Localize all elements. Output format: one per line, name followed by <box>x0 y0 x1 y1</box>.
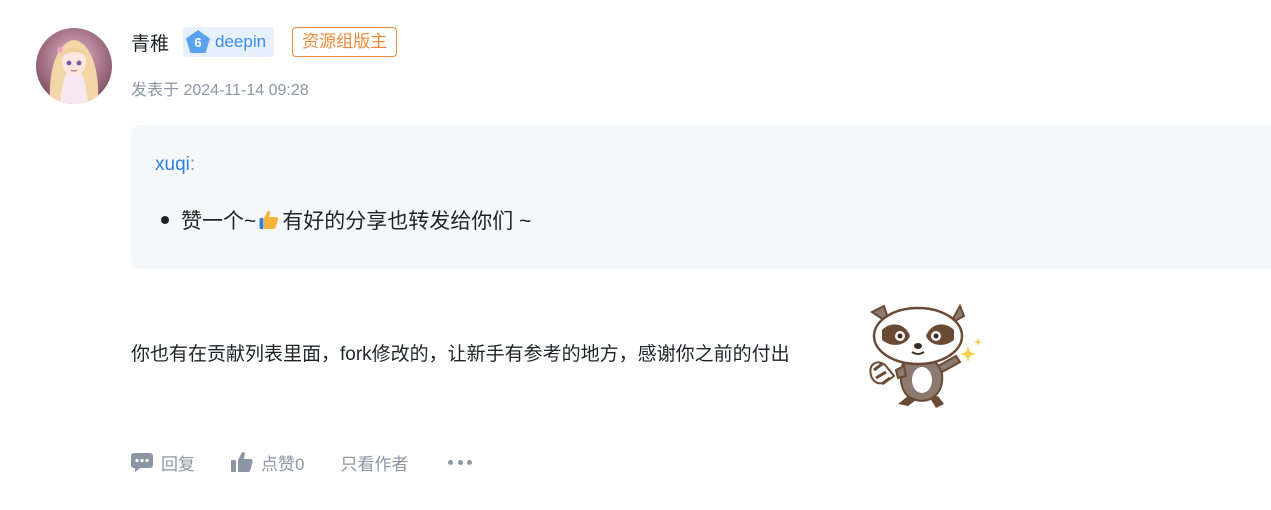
post-actions: 回复 点赞0 只看作者 <box>131 447 473 477</box>
bullet-icon <box>161 216 169 224</box>
level-badge[interactable]: 6 deepin <box>183 27 275 57</box>
avatar[interactable] <box>36 28 112 104</box>
post-header: 青稚 6 deepin 资源组版主 <box>131 27 398 57</box>
quote-author: xuqi: <box>155 154 195 176</box>
role-badge: 资源组版主 <box>292 27 398 57</box>
more-dot <box>448 459 454 465</box>
post-meta-prefix: 发表于 <box>131 82 180 99</box>
username[interactable]: 青稚 <box>131 29 169 56</box>
quote-text-before: 赞一个~ <box>181 210 257 233</box>
post-meta: 发表于 2024-11-14 09:28 <box>131 76 309 100</box>
more-dot <box>457 459 463 465</box>
raccoon-sticker <box>864 300 986 410</box>
level-shield-icon: 6 <box>185 29 211 55</box>
thumbs-up-emoji-icon <box>257 208 281 232</box>
level-name: deepin <box>215 32 267 51</box>
only-author-label: 只看作者 <box>340 454 409 474</box>
more-options-icon[interactable] <box>448 452 473 472</box>
more-dot <box>467 459 473 465</box>
reply-label: 回复 <box>161 454 195 474</box>
quote-text-after: 有好的分享也转发给你们 ~ <box>282 210 532 233</box>
quote-list-item: 赞一个~ 有好的分享也转发给你们 ~ <box>161 205 532 235</box>
reply-button[interactable]: 回复 <box>131 450 195 475</box>
post-body: 你也有在贡献列表里面，fork修改的，让新手有参考的地方，感谢你之前的付出 <box>131 344 790 365</box>
like-label: 点赞0 <box>261 454 305 474</box>
comment-icon <box>131 453 153 472</box>
thumbs-up-icon <box>231 452 253 472</box>
quote-author-name[interactable]: xuqi <box>155 154 190 175</box>
quote-author-colon: : <box>189 154 196 175</box>
post-date: 2024-11-14 09:28 <box>183 82 309 99</box>
like-button[interactable]: 点赞0 <box>231 450 304 475</box>
level-number: 6 <box>194 35 202 50</box>
quote-block: xuqi: 赞一个~ 有好的分享也转发给你们 ~ <box>131 125 1271 269</box>
only-author-button[interactable]: 只看作者 <box>340 450 408 475</box>
